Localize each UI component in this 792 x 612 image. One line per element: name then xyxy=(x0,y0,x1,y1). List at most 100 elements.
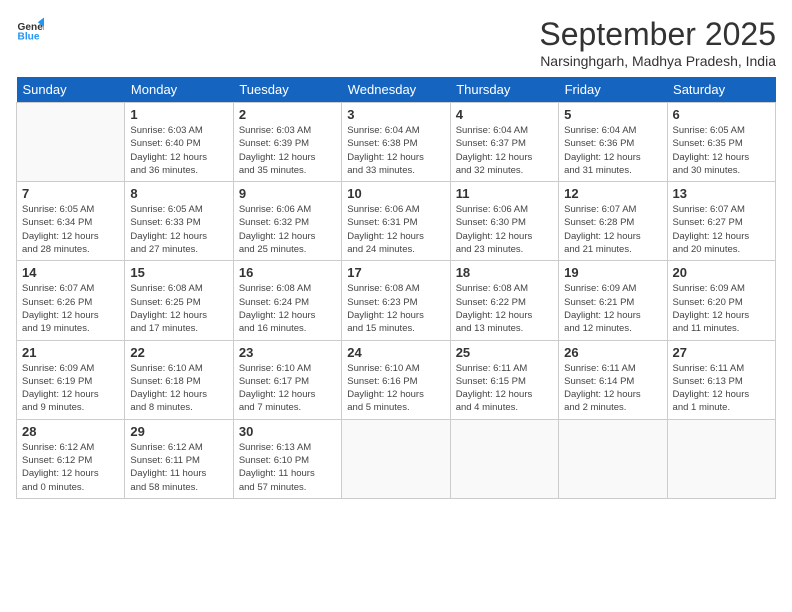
day-info: Sunrise: 6:05 AM Sunset: 6:33 PM Dayligh… xyxy=(130,203,227,256)
day-header-friday: Friday xyxy=(559,77,667,103)
calendar-cell: 9Sunrise: 6:06 AM Sunset: 6:32 PM Daylig… xyxy=(233,182,341,261)
calendar-cell xyxy=(17,103,125,182)
day-number: 18 xyxy=(456,265,553,280)
week-row-1: 1 Sunrise: 6:03 AM Sunset: 6:40 PM Daylig… xyxy=(17,103,776,182)
day-info: Sunrise: 6:11 AM Sunset: 6:15 PM Dayligh… xyxy=(456,362,553,415)
calendar-cell xyxy=(559,419,667,498)
day-info: Sunrise: 6:05 AM Sunset: 6:34 PM Dayligh… xyxy=(22,203,119,256)
calendar-cell: 15 Sunrise: 6:08 AM Sunset: 6:25 PM Dayli… xyxy=(125,261,233,340)
day-number: 17 xyxy=(347,265,444,280)
day-number: 16 xyxy=(239,265,336,280)
day-number: 5 xyxy=(564,107,661,122)
day-number: 4 xyxy=(456,107,553,122)
day-number: 11 xyxy=(456,186,553,201)
day-info: Sunrise: 6:06 AM Sunset: 6:30 PM Dayligh… xyxy=(456,203,553,256)
day-number: 19 xyxy=(564,265,661,280)
calendar-cell: 16 Sunrise: 6:08 AM Sunset: 6:24 PM Dayli… xyxy=(233,261,341,340)
day-info: Sunrise: 6:10 AM Sunset: 6:16 PM Dayligh… xyxy=(347,362,444,415)
day-info: Sunrise: 6:03 AM Sunset: 6:39 PM Dayligh… xyxy=(239,124,336,177)
day-header-monday: Monday xyxy=(125,77,233,103)
day-info: Sunrise: 6:08 AM Sunset: 6:22 PM Dayligh… xyxy=(456,282,553,335)
calendar-cell: 26Sunrise: 6:11 AM Sunset: 6:14 PM Dayli… xyxy=(559,340,667,419)
week-row-2: 7 Sunrise: 6:05 AM Sunset: 6:34 PM Daylig… xyxy=(17,182,776,261)
calendar-cell: 27Sunrise: 6:11 AM Sunset: 6:13 PM Dayli… xyxy=(667,340,775,419)
day-number: 21 xyxy=(22,345,119,360)
month-title: September 2025 xyxy=(539,16,776,53)
calendar-cell: 3Sunrise: 6:04 AM Sunset: 6:38 PM Daylig… xyxy=(342,103,450,182)
calendar-body: 1 Sunrise: 6:03 AM Sunset: 6:40 PM Daylig… xyxy=(17,103,776,499)
calendar-cell: 10 Sunrise: 6:06 AM Sunset: 6:31 PM Dayli… xyxy=(342,182,450,261)
day-header-sunday: Sunday xyxy=(17,77,125,103)
week-row-5: 28Sunrise: 6:12 AM Sunset: 6:12 PM Dayli… xyxy=(17,419,776,498)
day-number: 14 xyxy=(22,265,119,280)
calendar-cell: 6Sunrise: 6:05 AM Sunset: 6:35 PM Daylig… xyxy=(667,103,775,182)
week-row-4: 21 Sunrise: 6:09 AM Sunset: 6:19 PM Dayli… xyxy=(17,340,776,419)
calendar-cell: 28Sunrise: 6:12 AM Sunset: 6:12 PM Dayli… xyxy=(17,419,125,498)
calendar-cell: 5 Sunrise: 6:04 AM Sunset: 6:36 PM Daylig… xyxy=(559,103,667,182)
day-header-saturday: Saturday xyxy=(667,77,775,103)
day-number: 6 xyxy=(673,107,770,122)
day-number: 15 xyxy=(130,265,227,280)
calendar-cell: 1 Sunrise: 6:03 AM Sunset: 6:40 PM Daylig… xyxy=(125,103,233,182)
day-info: Sunrise: 6:08 AM Sunset: 6:25 PM Dayligh… xyxy=(130,282,227,335)
week-row-3: 14 Sunrise: 6:07 AM Sunset: 6:26 PM Dayli… xyxy=(17,261,776,340)
day-number: 10 xyxy=(347,186,444,201)
calendar-header-row: SundayMondayTuesdayWednesdayThursdayFrid… xyxy=(17,77,776,103)
day-number: 23 xyxy=(239,345,336,360)
day-number: 1 xyxy=(130,107,227,122)
calendar-cell: 12 Sunrise: 6:07 AM Sunset: 6:28 PM Dayli… xyxy=(559,182,667,261)
day-info: Sunrise: 6:13 AM Sunset: 6:10 PM Dayligh… xyxy=(239,441,336,494)
day-info: Sunrise: 6:07 AM Sunset: 6:26 PM Dayligh… xyxy=(22,282,119,335)
day-number: 13 xyxy=(673,186,770,201)
day-info: Sunrise: 6:12 AM Sunset: 6:11 PM Dayligh… xyxy=(130,441,227,494)
day-header-tuesday: Tuesday xyxy=(233,77,341,103)
day-number: 24 xyxy=(347,345,444,360)
calendar-cell: 8 Sunrise: 6:05 AM Sunset: 6:33 PM Daylig… xyxy=(125,182,233,261)
calendar-cell: 21 Sunrise: 6:09 AM Sunset: 6:19 PM Dayli… xyxy=(17,340,125,419)
day-info: Sunrise: 6:04 AM Sunset: 6:37 PM Dayligh… xyxy=(456,124,553,177)
day-info: Sunrise: 6:03 AM Sunset: 6:40 PM Dayligh… xyxy=(130,124,227,177)
calendar-cell: 2 Sunrise: 6:03 AM Sunset: 6:39 PM Daylig… xyxy=(233,103,341,182)
day-number: 9 xyxy=(239,186,336,201)
calendar-cell: 7 Sunrise: 6:05 AM Sunset: 6:34 PM Daylig… xyxy=(17,182,125,261)
day-number: 2 xyxy=(239,107,336,122)
day-number: 12 xyxy=(564,186,661,201)
day-info: Sunrise: 6:06 AM Sunset: 6:31 PM Dayligh… xyxy=(347,203,444,256)
day-number: 25 xyxy=(456,345,553,360)
day-info: Sunrise: 6:07 AM Sunset: 6:28 PM Dayligh… xyxy=(564,203,661,256)
calendar-cell: 13 Sunrise: 6:07 AM Sunset: 6:27 PM Dayli… xyxy=(667,182,775,261)
logo-icon: General Blue xyxy=(16,16,44,44)
day-info: Sunrise: 6:10 AM Sunset: 6:18 PM Dayligh… xyxy=(130,362,227,415)
calendar-cell: 19 Sunrise: 6:09 AM Sunset: 6:21 PM Dayli… xyxy=(559,261,667,340)
calendar-cell: 25 Sunrise: 6:11 AM Sunset: 6:15 PM Dayli… xyxy=(450,340,558,419)
title-block: September 2025 Narsinghgarh, Madhya Prad… xyxy=(539,16,776,69)
calendar-table: SundayMondayTuesdayWednesdayThursdayFrid… xyxy=(16,77,776,499)
calendar-cell: 4 Sunrise: 6:04 AM Sunset: 6:37 PM Daylig… xyxy=(450,103,558,182)
calendar-cell xyxy=(450,419,558,498)
day-info: Sunrise: 6:09 AM Sunset: 6:21 PM Dayligh… xyxy=(564,282,661,335)
calendar-cell: 29 Sunrise: 6:12 AM Sunset: 6:11 PM Dayli… xyxy=(125,419,233,498)
calendar-cell: 30Sunrise: 6:13 AM Sunset: 6:10 PM Dayli… xyxy=(233,419,341,498)
day-number: 28 xyxy=(22,424,119,439)
day-number: 8 xyxy=(130,186,227,201)
day-number: 22 xyxy=(130,345,227,360)
day-info: Sunrise: 6:09 AM Sunset: 6:19 PM Dayligh… xyxy=(22,362,119,415)
day-info: Sunrise: 6:08 AM Sunset: 6:24 PM Dayligh… xyxy=(239,282,336,335)
page-header: General Blue September 2025 Narsinghgarh… xyxy=(16,16,776,69)
day-info: Sunrise: 6:04 AM Sunset: 6:36 PM Dayligh… xyxy=(564,124,661,177)
calendar-cell: 20Sunrise: 6:09 AM Sunset: 6:20 PM Dayli… xyxy=(667,261,775,340)
day-number: 7 xyxy=(22,186,119,201)
calendar-cell: 22 Sunrise: 6:10 AM Sunset: 6:18 PM Dayli… xyxy=(125,340,233,419)
calendar-cell: 18 Sunrise: 6:08 AM Sunset: 6:22 PM Dayli… xyxy=(450,261,558,340)
calendar-cell xyxy=(667,419,775,498)
svg-text:Blue: Blue xyxy=(18,31,40,42)
day-number: 29 xyxy=(130,424,227,439)
day-info: Sunrise: 6:11 AM Sunset: 6:13 PM Dayligh… xyxy=(673,362,770,415)
calendar-cell: 24 Sunrise: 6:10 AM Sunset: 6:16 PM Dayli… xyxy=(342,340,450,419)
day-info: Sunrise: 6:07 AM Sunset: 6:27 PM Dayligh… xyxy=(673,203,770,256)
day-header-thursday: Thursday xyxy=(450,77,558,103)
calendar-cell: 11 Sunrise: 6:06 AM Sunset: 6:30 PM Dayli… xyxy=(450,182,558,261)
day-info: Sunrise: 6:10 AM Sunset: 6:17 PM Dayligh… xyxy=(239,362,336,415)
calendar-cell: 17Sunrise: 6:08 AM Sunset: 6:23 PM Dayli… xyxy=(342,261,450,340)
location: Narsinghgarh, Madhya Pradesh, India xyxy=(539,53,776,69)
